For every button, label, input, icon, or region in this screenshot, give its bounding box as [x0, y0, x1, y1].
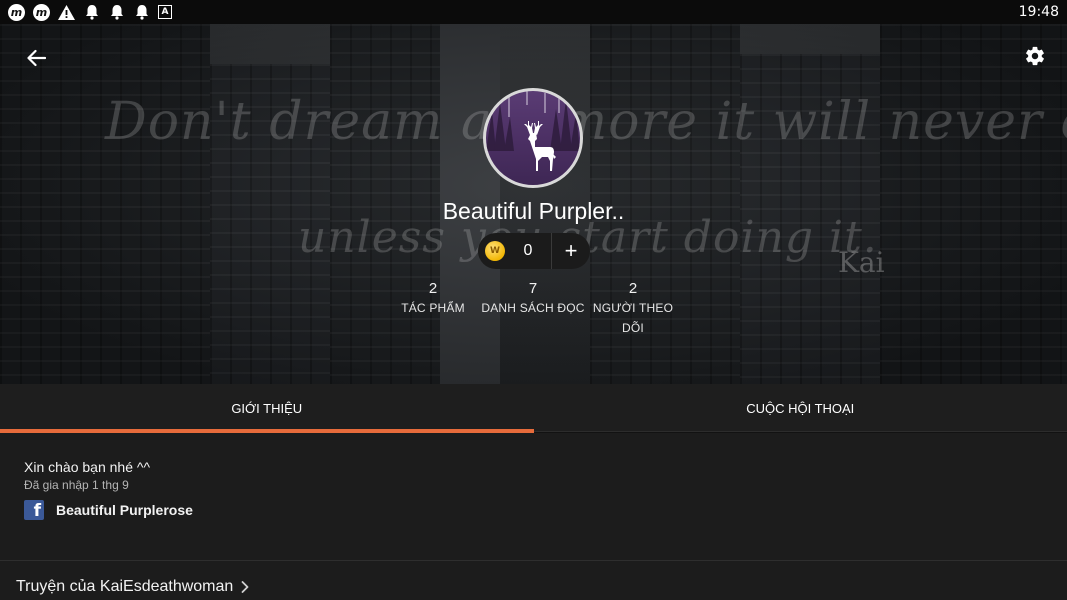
status-bar: m m A 19:48 — [0, 0, 1067, 24]
tab-about[interactable]: GIỚI THIỆU — [0, 384, 534, 433]
coin-icon: W — [485, 241, 505, 261]
notification-icons: m m A — [8, 3, 172, 21]
stat-label: DANH SÁCH ĐỌC — [481, 301, 585, 315]
coin-count: 0 — [523, 242, 533, 259]
profile-tabs: GIỚI THIỆU CUỘC HỘI THOẠI — [0, 384, 1067, 433]
stat-works[interactable]: 2 TÁC PHẨM — [393, 280, 473, 318]
warning-icon — [58, 4, 75, 21]
profile-stats: 2 TÁC PHẨM 7 DANH SÁCH ĐỌC 2 NGƯỜI THEO … — [0, 280, 1067, 335]
gear-icon — [1026, 46, 1044, 66]
about-section: Xin chào bạn nhé ^^ Đã gia nhập 1 thg 9 … — [0, 433, 1067, 561]
bell-icon — [108, 4, 125, 21]
stat-value: 7 — [528, 280, 538, 297]
banner-quote-line1: Don't dream anymore it will never come t… — [105, 92, 1067, 152]
stat-value: 2 — [428, 280, 438, 297]
add-coins-button[interactable]: + — [552, 233, 590, 269]
joined-date: Đã gia nhập 1 thg 9 — [24, 478, 129, 492]
stories-title: Truyện của KaiEsdeathwoman — [16, 578, 234, 595]
arrow-left-icon — [27, 49, 46, 67]
banner-signature: Kai — [838, 246, 885, 279]
facebook-name: Beautiful Purplerose — [56, 502, 193, 518]
chevron-right-icon — [241, 581, 249, 593]
bell-icon — [133, 4, 150, 21]
tab-conversations[interactable]: CUỘC HỘI THOẠI — [534, 384, 1067, 432]
m-app-icon: m — [8, 3, 25, 21]
avatar[interactable] — [483, 88, 583, 188]
stat-reading-lists[interactable]: 7 DANH SÁCH ĐỌC — [478, 280, 588, 318]
stat-value: 2 — [628, 280, 638, 297]
username: Beautiful Purpler.. — [442, 198, 625, 224]
facebook-icon: f — [24, 500, 44, 520]
a-app-icon: A — [158, 5, 172, 19]
stories-section: Truyện của KaiEsdeathwoman — [0, 561, 1067, 600]
facebook-link[interactable]: f Beautiful Purplerose — [24, 500, 193, 520]
back-button[interactable] — [22, 44, 50, 72]
bio-text: Xin chào bạn nhé ^^ — [24, 459, 151, 475]
bell-icon — [83, 4, 100, 21]
settings-button[interactable] — [1021, 42, 1049, 70]
clock: 19:48 — [1018, 4, 1059, 20]
stories-header-link[interactable]: Truyện của KaiEsdeathwoman — [16, 578, 249, 596]
deer-silhouette-image — [486, 91, 580, 171]
stat-label: TÁC PHẨM — [401, 301, 465, 315]
coin-balance-pill: W 0 + — [478, 233, 590, 269]
stat-followers[interactable]: 2 NGƯỜI THEO DÕI — [583, 280, 683, 338]
m-app-icon: m — [33, 3, 50, 21]
stat-label: NGƯỜI THEO DÕI — [592, 301, 674, 335]
